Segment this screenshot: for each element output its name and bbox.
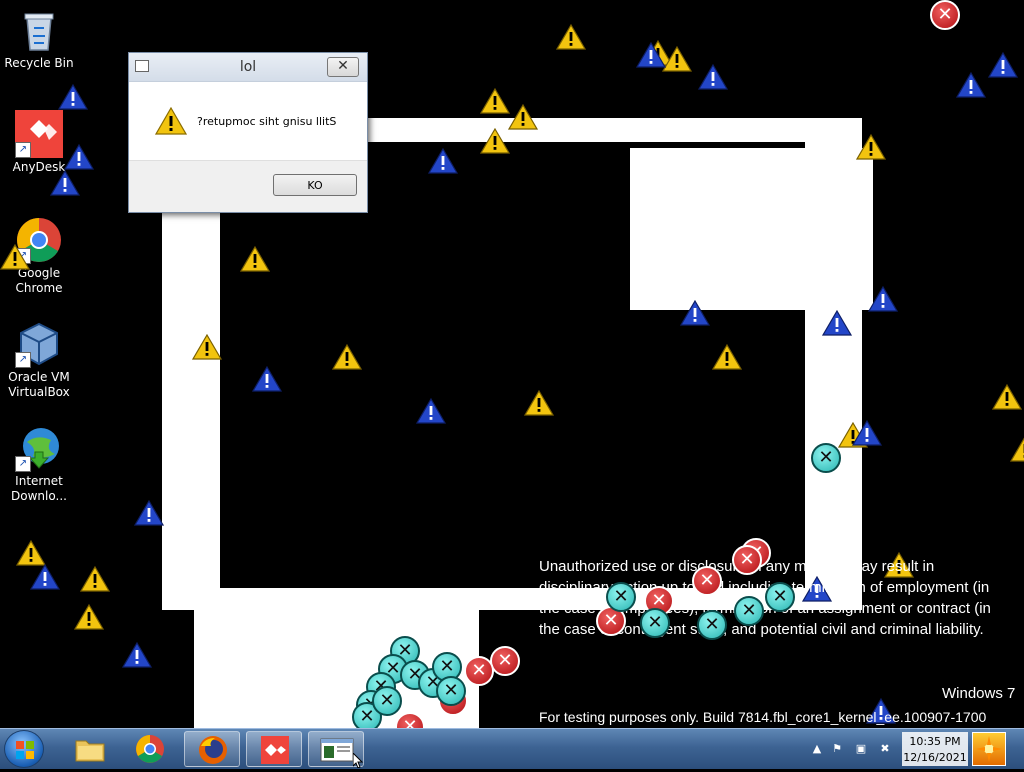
desktop-icon-label: Oracle VM VirtualBox: [1, 370, 77, 400]
desktop-icon-label: Google Chrome: [1, 266, 77, 296]
dialog-footer: KO: [129, 160, 367, 212]
warning-icon: [155, 107, 187, 139]
dialog-message: ?retupmoc siht gnisu llitS: [197, 115, 336, 128]
warning-icon: [524, 390, 554, 416]
warning-icon: [16, 540, 46, 566]
cyan-error-icon: ✕: [640, 608, 670, 638]
desktop-icon-label: Internet Downlo...: [1, 474, 77, 504]
warning-icon: [1010, 436, 1024, 462]
info-triangle-icon: [64, 144, 94, 170]
warning-icon: [992, 384, 1022, 410]
info-triangle-icon: [636, 42, 666, 68]
desktop-icon-internet-download-manager[interactable]: ↗ Internet Downlo...: [1, 424, 77, 504]
info-triangle-icon: [134, 500, 164, 526]
error-icon: ✕: [464, 656, 494, 686]
firefox-icon: [185, 732, 241, 768]
recycle-bin-icon: [15, 6, 63, 54]
close-button[interactable]: ✕: [327, 57, 359, 77]
cyan-error-icon: ✕: [697, 610, 727, 640]
taskbar-chrome-button[interactable]: [122, 731, 178, 767]
chrome-icon: [122, 731, 178, 767]
cyan-error-icon: ✕: [606, 582, 636, 612]
taskbar: ▲ ⚑ ▣ ✖ 10:35 PM 12/16/2021: [0, 728, 1024, 769]
info-triangle-icon: [868, 286, 898, 312]
taskbar-explorer-button[interactable]: [62, 731, 118, 767]
desktop-icon-label: Recycle Bin: [1, 56, 77, 71]
clock-time: 10:35 PM: [902, 734, 968, 750]
info-triangle-icon: [956, 72, 986, 98]
action-center-flag-icon[interactable]: ⚑: [830, 742, 844, 756]
info-triangle-icon: [698, 64, 728, 90]
taskbar-anydesk-button[interactable]: [246, 731, 302, 767]
info-triangle-icon: [122, 642, 152, 668]
flower-icon: [973, 733, 1005, 765]
cyan-error-icon: ✕: [811, 443, 841, 473]
info-triangle-icon: [252, 366, 282, 392]
show-desktop-button[interactable]: [972, 732, 1006, 766]
globe-download-icon: ↗: [15, 424, 63, 472]
taskbar-firefox-button[interactable]: [184, 731, 240, 767]
warning-icon: [192, 334, 222, 360]
info-triangle-icon: [50, 170, 80, 196]
warning-icon: [332, 344, 362, 370]
warning-icon: [480, 88, 510, 114]
cyan-error-icon: ✕: [372, 686, 402, 716]
glitch-panel-right: [630, 148, 873, 310]
show-hidden-icons-icon[interactable]: ▲: [810, 742, 824, 756]
desktop-icon-recycle-bin[interactable]: Recycle Bin: [1, 6, 77, 71]
info-triangle-icon: [416, 398, 446, 424]
folder-icon: [62, 731, 118, 767]
warning-icon: [662, 46, 692, 72]
virtualbox-icon: ↗: [15, 320, 63, 368]
warning-icon: [508, 104, 538, 130]
warning-icon: [74, 604, 104, 630]
start-button[interactable]: [4, 730, 44, 768]
error-icon: ✕: [930, 0, 960, 30]
watermark-build: For testing purposes only. Build 7814.fb…: [539, 709, 986, 725]
windows-logo-icon: [16, 741, 34, 759]
info-triangle-icon: [428, 148, 458, 174]
cyan-error-icon: ✕: [765, 582, 795, 612]
info-triangle-icon: [30, 564, 60, 590]
info-triangle-icon: [822, 310, 852, 336]
warning-icon: [856, 134, 886, 160]
warning-icon: [240, 246, 270, 272]
warning-icon: [480, 128, 510, 154]
mouse-cursor-icon: [353, 753, 365, 768]
anydesk-icon: ↗: [15, 110, 63, 158]
volume-muted-icon[interactable]: ✖: [878, 742, 892, 756]
clock-date: 12/16/2021: [902, 750, 968, 766]
ok-button[interactable]: KO: [273, 174, 357, 196]
cyan-error-icon: ✕: [436, 676, 466, 706]
shortcut-arrow-icon: ↗: [15, 456, 31, 472]
error-icon: ✕: [732, 545, 762, 575]
info-triangle-icon: [680, 300, 710, 326]
network-icon[interactable]: ▣: [854, 742, 868, 756]
error-icon: ✕: [692, 566, 722, 596]
watermark-os-name: Windows 7: [942, 685, 1015, 702]
dialog-body: ?retupmoc siht gnisu llitS: [129, 82, 367, 162]
desktop: Recycle Bin ↗ AnyDesk ↗ Google Chrome: [0, 0, 1024, 728]
info-triangle-icon: [58, 84, 88, 110]
anydesk-icon: [247, 732, 303, 768]
system-clock[interactable]: 10:35 PM 12/16/2021: [902, 732, 968, 766]
warning-icon: [556, 24, 586, 50]
error-icon: ✕: [490, 646, 520, 676]
warning-icon: [0, 244, 30, 270]
shortcut-arrow-icon: ↗: [15, 352, 31, 368]
info-triangle-icon: [988, 52, 1018, 78]
warning-icon: [712, 344, 742, 370]
warning-icon: [80, 566, 110, 592]
dialog-titlebar[interactable]: lol ✕: [129, 53, 367, 82]
info-triangle-icon: [852, 420, 882, 446]
message-dialog: lol ✕ ?retupmoc siht gnisu llitS KO: [128, 52, 368, 213]
cyan-error-icon: ✕: [734, 596, 764, 626]
desktop-icon-virtualbox[interactable]: ↗ Oracle VM VirtualBox: [1, 320, 77, 400]
shortcut-arrow-icon: ↗: [15, 142, 31, 158]
